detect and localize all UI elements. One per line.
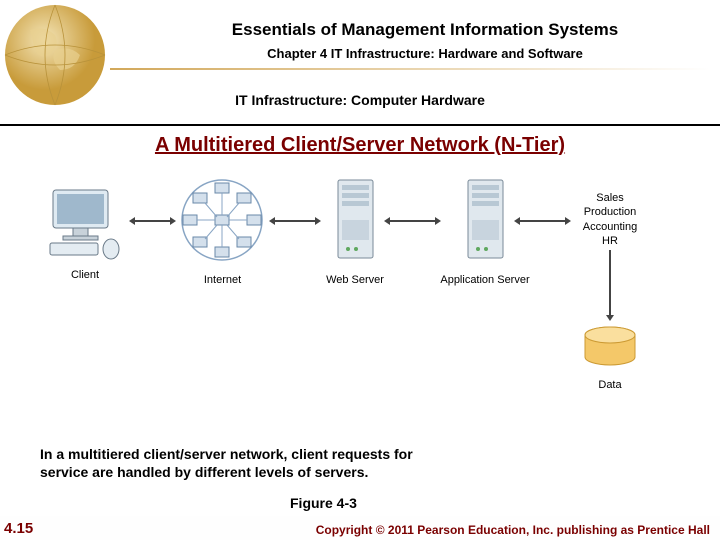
arrow-web-app (390, 220, 435, 222)
section-subhead: IT Infrastructure: Computer Hardware (0, 92, 720, 108)
internet-label: Internet (175, 274, 270, 286)
copyright-text: Copyright © 2011 Pearson Education, Inc.… (316, 523, 710, 537)
chapter-title: Chapter 4 IT Infrastructure: Hardware an… (155, 46, 695, 61)
database-icon (580, 325, 640, 370)
web-server-node: Web Server (320, 175, 390, 286)
app-server-label: Application Server (440, 274, 530, 286)
client-label: Client (40, 269, 130, 281)
server-icon (328, 175, 383, 265)
slide-number: 4.15 (4, 520, 33, 537)
server-icon (458, 175, 513, 265)
data-label: Data (575, 379, 645, 391)
client-node: Client (40, 185, 130, 281)
divider (0, 124, 720, 126)
web-server-label: Web Server (320, 274, 390, 286)
client-icon (45, 185, 125, 260)
ntier-diagram: Client Internet (40, 175, 690, 375)
data-node: Data (575, 325, 645, 391)
arrow-svc-data (600, 250, 620, 325)
slide-section-title: A Multitiered Client/Server Network (N-T… (0, 134, 720, 157)
service-list: Sales Production Accounting HR (570, 190, 650, 249)
internet-icon (175, 175, 270, 265)
service-item: Sales (571, 191, 649, 205)
service-item: Production (571, 205, 649, 219)
caption-text: In a multitiered client/server network, … (40, 445, 440, 481)
figure-reference: Figure 4-3 (290, 495, 357, 511)
service-item: Accounting (571, 220, 649, 234)
app-server-node: Application Server (440, 175, 530, 286)
service-item: HR (571, 234, 649, 248)
gold-rule (110, 68, 710, 70)
book-title: Essentials of Management Information Sys… (155, 20, 695, 40)
arrow-internet-web (275, 220, 315, 222)
arrow-client-internet (135, 220, 170, 222)
arrow-app-svc (520, 220, 565, 222)
internet-node: Internet (175, 175, 270, 286)
